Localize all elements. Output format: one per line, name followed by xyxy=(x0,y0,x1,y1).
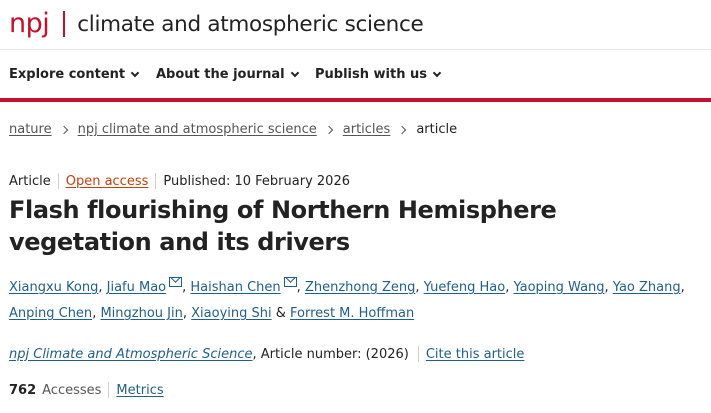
author-link[interactable]: Haishan Chen xyxy=(190,277,297,295)
breadcrumb-articles[interactable]: articles xyxy=(343,122,391,137)
author-name: Haishan Chen xyxy=(190,280,281,295)
nav-explore-content[interactable]: Explore content xyxy=(9,67,140,82)
cite-divider xyxy=(417,346,419,362)
breadcrumb-current: article xyxy=(416,122,458,137)
author-link[interactable]: Anping Chen xyxy=(9,306,92,321)
nav-item-label: Explore content xyxy=(9,67,126,82)
chevron-down-icon xyxy=(290,68,299,77)
author-link[interactable]: Yao Zhang xyxy=(613,280,681,295)
article-metrics: 762 Accesses Metrics xyxy=(9,382,164,398)
breadcrumb: nature npj climate and atmospheric scien… xyxy=(9,122,457,137)
journal-title: climate and atmospheric science xyxy=(77,11,424,37)
meta-divider xyxy=(57,173,59,189)
article-type: Article xyxy=(9,173,51,189)
logo-divider xyxy=(63,11,66,37)
journal-link[interactable]: npj Climate and Atmospheric Science xyxy=(9,347,252,362)
metrics-divider xyxy=(108,382,110,398)
main-nav: Explore content About the journal Publis… xyxy=(0,50,711,98)
author-link[interactable]: Yuefeng Hao xyxy=(424,280,506,295)
chevron-right-icon xyxy=(59,125,68,134)
author-link[interactable]: Mingzhou Jin xyxy=(100,306,182,321)
npj-logo-mark: npj xyxy=(9,7,50,39)
nav-about-journal[interactable]: About the journal xyxy=(156,67,299,82)
author-link[interactable]: Forrest M. Hoffman xyxy=(290,306,414,321)
citation-line: npj Climate and Atmospheric Science , Ar… xyxy=(9,346,524,362)
author-link[interactable]: Jiafu Mao xyxy=(106,277,183,295)
metrics-link[interactable]: Metrics xyxy=(116,383,163,398)
nav-publish-with-us[interactable]: Publish with us xyxy=(315,67,442,82)
chevron-down-icon xyxy=(130,68,140,77)
author-link[interactable]: Xiangxu Kong xyxy=(9,280,98,295)
breadcrumb-journal[interactable]: npj climate and atmospheric science xyxy=(78,122,317,137)
author-link[interactable]: Zhenzhong Zeng xyxy=(305,280,415,295)
journal-logo[interactable]: npj climate and atmospheric science xyxy=(9,5,424,41)
breadcrumb-nature[interactable]: nature xyxy=(9,122,52,137)
mail-icon[interactable] xyxy=(169,277,183,287)
author-name: Jiafu Mao xyxy=(106,280,167,295)
article-number: , Article number: (2026) xyxy=(252,346,409,362)
author-link[interactable]: Yaoping Wang xyxy=(513,280,604,295)
cite-this-article-link[interactable]: Cite this article xyxy=(426,347,525,362)
author-list: Xiangxu Kong, Jiafu Mao, Haishan Chen, Z… xyxy=(9,275,704,327)
site-header: npj climate and atmospheric science xyxy=(0,0,711,50)
meta-divider xyxy=(155,173,157,189)
open-access-link[interactable]: Open access xyxy=(66,174,149,189)
chevron-down-icon xyxy=(432,68,442,77)
mail-icon[interactable] xyxy=(283,277,297,287)
chevron-right-icon xyxy=(398,125,407,134)
article-title: Flash flourishing of Northern Hemisphere… xyxy=(9,196,557,256)
author-link[interactable]: Xiaoying Shi xyxy=(191,306,271,321)
nav-item-label: Publish with us xyxy=(315,67,427,82)
nav-item-label: About the journal xyxy=(156,67,285,82)
chevron-right-icon xyxy=(324,125,334,134)
article-meta: Article Open access Published: 10 Februa… xyxy=(9,173,350,189)
published-date: Published: 10 February 2026 xyxy=(163,173,350,189)
accesses-count: 762 xyxy=(9,382,37,398)
nav-underline-rule xyxy=(0,98,711,102)
accesses-label: Accesses xyxy=(42,382,102,398)
author-ampersand: & xyxy=(275,306,286,321)
